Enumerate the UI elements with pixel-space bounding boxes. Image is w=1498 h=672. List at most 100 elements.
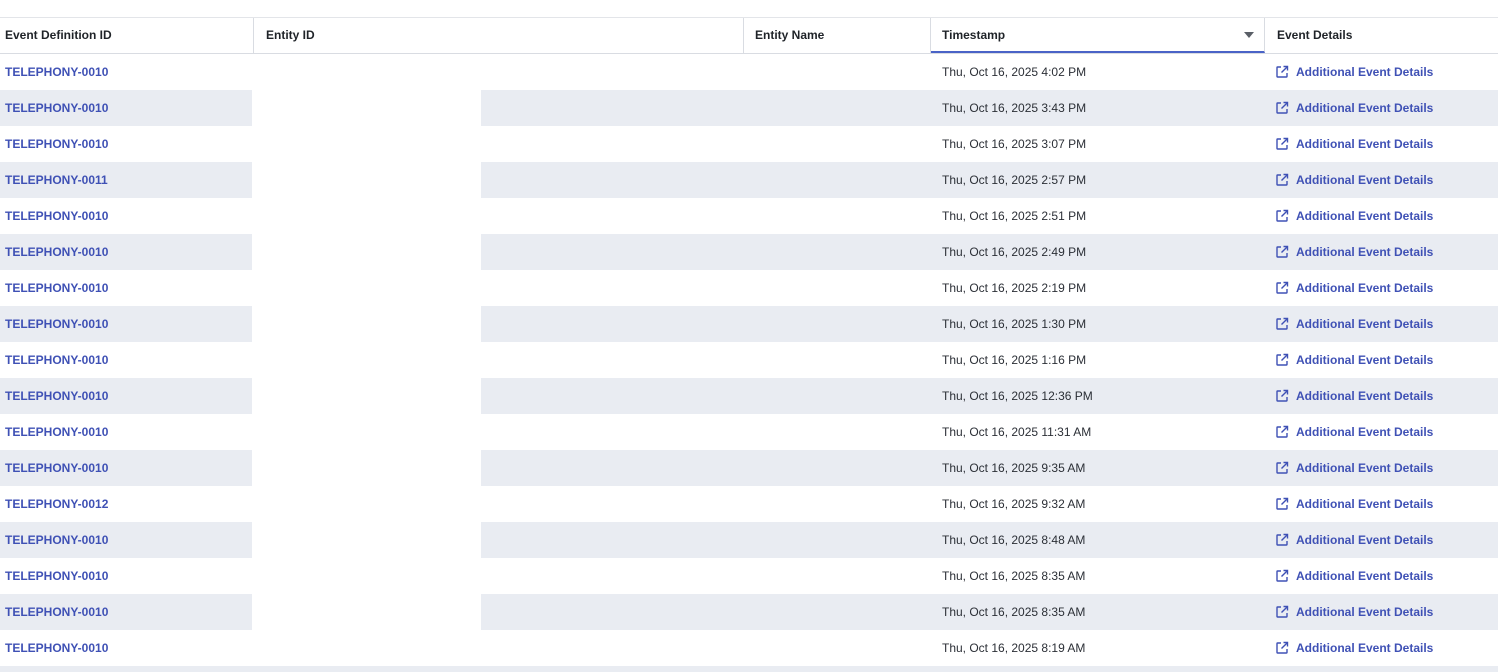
event-definition-id-link[interactable]: TELEPHONY-0010 (5, 270, 108, 306)
table-body: TELEPHONY-0010 Thu, Oct 16, 2025 4:02 PM A… (0, 54, 1498, 666)
event-definition-id-link[interactable]: TELEPHONY-0010 (5, 594, 108, 630)
external-link-icon[interactable] (1275, 533, 1289, 547)
additional-event-details-link[interactable]: Additional Event Details (1296, 342, 1433, 378)
table-row[interactable]: TELEPHONY-0010 Thu, Oct 16, 2025 11:31 AM… (0, 414, 1498, 450)
external-link-icon[interactable] (1275, 461, 1289, 475)
column-header-event-definition-id[interactable]: Event Definition ID (0, 18, 254, 53)
additional-event-details-link[interactable]: Additional Event Details (1296, 630, 1433, 666)
table-row[interactable]: TELEPHONY-0010 Thu, Oct 16, 2025 2:19 PM A… (0, 270, 1498, 306)
table-row[interactable]: TELEPHONY-0010 Thu, Oct 16, 2025 8:48 AM A… (0, 522, 1498, 558)
column-header-label: Event Definition ID (5, 28, 112, 42)
table-row[interactable]: TELEPHONY-0010 Thu, Oct 16, 2025 3:43 PM A… (0, 90, 1498, 126)
external-link-icon[interactable] (1275, 65, 1289, 79)
table-row[interactable]: TELEPHONY-0010 Thu, Oct 16, 2025 1:16 PM A… (0, 342, 1498, 378)
timestamp-cell: Thu, Oct 16, 2025 11:31 AM (942, 425, 1092, 439)
external-link-icon[interactable] (1275, 137, 1289, 151)
additional-event-details-link[interactable]: Additional Event Details (1296, 234, 1433, 270)
table-row[interactable]: TELEPHONY-0012 Thu, Oct 16, 2025 9:32 AM A… (0, 486, 1498, 522)
next-row-edge (0, 666, 1498, 672)
additional-event-details-link[interactable]: Additional Event Details (1296, 414, 1433, 450)
event-definition-id-link[interactable]: TELEPHONY-0010 (5, 522, 108, 558)
timestamp-cell: Thu, Oct 16, 2025 1:16 PM (942, 353, 1087, 367)
table-row[interactable]: TELEPHONY-0010 Thu, Oct 16, 2025 4:02 PM A… (0, 54, 1498, 90)
event-definition-id-link[interactable]: TELEPHONY-0010 (5, 90, 108, 126)
external-link-icon[interactable] (1275, 173, 1289, 187)
event-definition-id-link[interactable]: TELEPHONY-0011 (5, 162, 108, 198)
additional-event-details-link[interactable]: Additional Event Details (1296, 486, 1433, 522)
timestamp-cell: Thu, Oct 16, 2025 8:48 AM (942, 533, 1086, 547)
timestamp-cell: Thu, Oct 16, 2025 2:49 PM (942, 245, 1087, 259)
timestamp-cell: Thu, Oct 16, 2025 4:02 PM (942, 65, 1087, 79)
timestamp-cell: Thu, Oct 16, 2025 8:19 AM (942, 641, 1086, 655)
table-row[interactable]: TELEPHONY-0010 Thu, Oct 16, 2025 3:07 PM A… (0, 126, 1498, 162)
additional-event-details-link[interactable]: Additional Event Details (1296, 90, 1433, 126)
additional-event-details-link[interactable]: Additional Event Details (1296, 558, 1433, 594)
timestamp-cell: Thu, Oct 16, 2025 12:36 PM (942, 389, 1093, 403)
column-header-label: Event Details (1277, 28, 1353, 42)
event-definition-id-link[interactable]: TELEPHONY-0010 (5, 558, 108, 594)
event-definition-id-link[interactable]: TELEPHONY-0010 (5, 342, 108, 378)
additional-event-details-link[interactable]: Additional Event Details (1296, 306, 1433, 342)
additional-event-details-link[interactable]: Additional Event Details (1296, 522, 1433, 558)
timestamp-cell: Thu, Oct 16, 2025 8:35 AM (942, 605, 1086, 619)
event-definition-id-link[interactable]: TELEPHONY-0010 (5, 198, 108, 234)
column-header-label: Entity Name (755, 28, 825, 42)
sort-descending-icon[interactable] (1244, 32, 1254, 38)
external-link-icon[interactable] (1275, 101, 1289, 115)
column-header-label: Entity ID (266, 28, 315, 42)
column-header-event-details[interactable]: Event Details (1265, 18, 1498, 53)
event-definition-id-link[interactable]: TELEPHONY-0010 (5, 306, 108, 342)
table-row[interactable]: TELEPHONY-0010 Thu, Oct 16, 2025 1:30 PM A… (0, 306, 1498, 342)
external-link-icon[interactable] (1275, 425, 1289, 439)
table-row[interactable]: TELEPHONY-0010 Thu, Oct 16, 2025 9:35 AM A… (0, 450, 1498, 486)
timestamp-cell: Thu, Oct 16, 2025 2:57 PM (942, 173, 1087, 187)
additional-event-details-link[interactable]: Additional Event Details (1296, 162, 1433, 198)
external-link-icon[interactable] (1275, 209, 1289, 223)
timestamp-cell: Thu, Oct 16, 2025 9:35 AM (942, 461, 1086, 475)
table-row[interactable]: TELEPHONY-0010 Thu, Oct 16, 2025 12:36 PM… (0, 378, 1498, 414)
timestamp-cell: Thu, Oct 16, 2025 3:43 PM (942, 101, 1087, 115)
external-link-icon[interactable] (1275, 317, 1289, 331)
column-header-label: Timestamp (942, 28, 1006, 42)
table-row[interactable]: TELEPHONY-0010 Thu, Oct 16, 2025 8:19 AM A… (0, 630, 1498, 666)
event-definition-id-link[interactable]: TELEPHONY-0010 (5, 414, 108, 450)
additional-event-details-link[interactable]: Additional Event Details (1296, 126, 1433, 162)
event-definition-id-link[interactable]: TELEPHONY-0012 (5, 486, 108, 522)
external-link-icon[interactable] (1275, 281, 1289, 295)
event-definition-id-link[interactable]: TELEPHONY-0010 (5, 630, 108, 666)
additional-event-details-link[interactable]: Additional Event Details (1296, 54, 1433, 90)
external-link-icon[interactable] (1275, 605, 1289, 619)
table-row[interactable]: TELEPHONY-0010 Thu, Oct 16, 2025 2:49 PM A… (0, 234, 1498, 270)
event-definition-id-link[interactable]: TELEPHONY-0010 (5, 54, 108, 90)
event-definition-id-link[interactable]: TELEPHONY-0010 (5, 450, 108, 486)
external-link-icon[interactable] (1275, 641, 1289, 655)
external-link-icon[interactable] (1275, 569, 1289, 583)
event-definition-id-link[interactable]: TELEPHONY-0010 (5, 234, 108, 270)
table-row[interactable]: TELEPHONY-0010 Thu, Oct 16, 2025 2:51 PM A… (0, 198, 1498, 234)
table-row[interactable]: TELEPHONY-0010 Thu, Oct 16, 2025 8:35 AM A… (0, 558, 1498, 594)
table-header-row: Event Definition ID Entity ID Entity Nam… (0, 18, 1498, 54)
column-header-entity-id[interactable]: Entity ID (254, 18, 744, 53)
event-log-page: Event Definition ID Entity ID Entity Nam… (0, 0, 1498, 672)
additional-event-details-link[interactable]: Additional Event Details (1296, 270, 1433, 306)
column-header-entity-name[interactable]: Entity Name (744, 18, 931, 53)
additional-event-details-link[interactable]: Additional Event Details (1296, 450, 1433, 486)
external-link-icon[interactable] (1275, 245, 1289, 259)
external-link-icon[interactable] (1275, 389, 1289, 403)
external-link-icon[interactable] (1275, 353, 1289, 367)
column-header-timestamp[interactable]: Timestamp (931, 18, 1265, 53)
event-definition-id-link[interactable]: TELEPHONY-0010 (5, 126, 108, 162)
timestamp-cell: Thu, Oct 16, 2025 2:51 PM (942, 209, 1087, 223)
top-strip (0, 0, 1498, 18)
additional-event-details-link[interactable]: Additional Event Details (1296, 594, 1433, 630)
timestamp-cell: Thu, Oct 16, 2025 2:19 PM (942, 281, 1087, 295)
external-link-icon[interactable] (1275, 497, 1289, 511)
timestamp-cell: Thu, Oct 16, 2025 8:35 AM (942, 569, 1086, 583)
timestamp-cell: Thu, Oct 16, 2025 1:30 PM (942, 317, 1087, 331)
event-definition-id-link[interactable]: TELEPHONY-0010 (5, 378, 108, 414)
additional-event-details-link[interactable]: Additional Event Details (1296, 378, 1433, 414)
additional-event-details-link[interactable]: Additional Event Details (1296, 198, 1433, 234)
table-row[interactable]: TELEPHONY-0010 Thu, Oct 16, 2025 8:35 AM A… (0, 594, 1498, 630)
table-row[interactable]: TELEPHONY-0011 Thu, Oct 16, 2025 2:57 PM A… (0, 162, 1498, 198)
timestamp-cell: Thu, Oct 16, 2025 3:07 PM (942, 137, 1087, 151)
